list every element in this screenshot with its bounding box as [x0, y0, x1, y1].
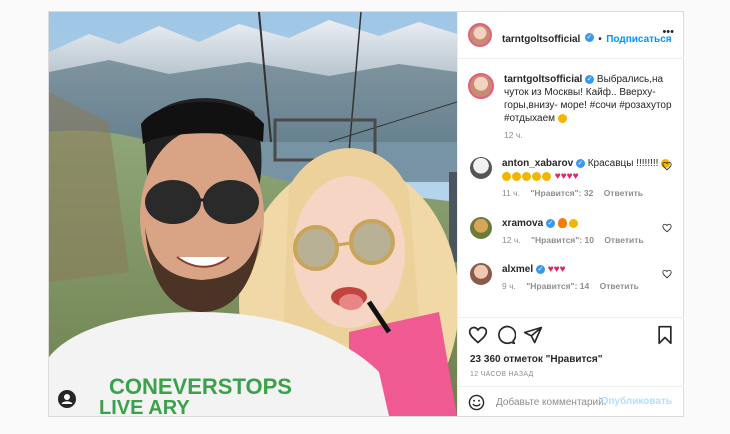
selfie-photo: CONEVERSTOPS LIVE ARY [49, 12, 457, 416]
verified-badge-icon: ✓ [585, 74, 595, 84]
verified-badge-icon: ✓ [575, 158, 585, 168]
comment: anton_xabarov ✓ Красавцы !!!!!!!! ♥♥♥♥ 1… [470, 157, 674, 200]
post-header: tarntgoltsofficial ✓ • Подписаться ••• [458, 12, 684, 59]
commenter-username[interactable]: anton_xabarov [502, 158, 573, 169]
instagram-post: CONEVERSTOPS LIVE ARY tarntgoltsofficial… [48, 11, 684, 417]
caption: tarntgoltsofficial ✓ Выбрались,на чуток … [468, 73, 674, 142]
comment-icon[interactable] [496, 325, 516, 345]
commenter-avatar[interactable] [470, 157, 492, 179]
commenter-avatar[interactable] [470, 217, 492, 239]
comment: xramova ✓ 12 ч. "Нравится": 10 Ответить [470, 217, 674, 247]
more-options-icon[interactable]: ••• [662, 26, 674, 38]
comment-likes[interactable]: "Нравится": 14 [526, 281, 589, 291]
reply-button[interactable]: Ответить [604, 188, 643, 198]
comment-text: Красавцы !!!!!!!! [587, 158, 659, 169]
separator-dot: • [598, 34, 602, 45]
caption-time: 12 ч. [504, 130, 523, 140]
author-avatar[interactable] [468, 73, 494, 99]
author-avatar[interactable] [468, 23, 492, 47]
post-actions: 23 360 отметок "Нравится" 12 ЧАСОВ НАЗАД… [458, 317, 684, 417]
commenter-username[interactable]: xramova [502, 218, 543, 229]
share-icon[interactable] [523, 325, 543, 345]
tagged-user-icon[interactable] [58, 390, 76, 408]
fire-emoji-icon [557, 218, 567, 229]
post-timestamp: 12 ЧАСОВ НАЗАД [470, 371, 534, 378]
comments-list: tarntgoltsofficial ✓ Выбрались,на чуток … [458, 59, 684, 317]
author-username[interactable]: tarntgoltsofficial [502, 34, 580, 45]
verified-badge-icon: ✓ [535, 264, 545, 274]
comment: alxmel ✓ ♥♥♥ 9 ч. "Нравится": 14 Ответит… [470, 263, 674, 293]
likes-count[interactable]: 23 360 отметок "Нравится" [470, 354, 602, 365]
svg-text:CONEVERSTOPS: CONEVERSTOPS [109, 374, 292, 399]
commenter-avatar[interactable] [470, 263, 492, 285]
reply-button[interactable]: Ответить [604, 235, 643, 245]
commenter-username[interactable]: alxmel [502, 264, 533, 275]
bookmark-icon[interactable] [656, 325, 674, 345]
clap-emoji-icon [569, 218, 579, 228]
like-comment-heart-icon[interactable] [662, 161, 672, 171]
verified-badge-icon: ✓ [584, 33, 594, 43]
post-sidebar: tarntgoltsofficial ✓ • Подписаться ••• t… [457, 12, 684, 416]
verified-badge-icon: ✓ [545, 218, 555, 228]
heart-icon[interactable] [468, 325, 488, 345]
comment-time: 9 ч. [502, 281, 516, 291]
comment-likes[interactable]: "Нравится": 32 [530, 188, 593, 198]
emoji-icon[interactable] [468, 394, 485, 411]
comment-input[interactable] [494, 396, 608, 409]
add-comment-bar: Опубликовать [458, 386, 684, 418]
publish-button[interactable]: Опубликовать [601, 396, 672, 407]
muscle-emoji-icon [557, 113, 567, 123]
comment-time: 11 ч. [502, 188, 520, 198]
red-heart-icon: ♥♥♥ [547, 264, 566, 275]
reply-button[interactable]: Ответить [600, 281, 639, 291]
svg-text:LIVE ARY: LIVE ARY [99, 397, 190, 416]
comment-time: 12 ч. [502, 235, 521, 245]
caption-username[interactable]: tarntgoltsofficial [504, 74, 582, 85]
like-comment-heart-icon[interactable] [662, 223, 672, 233]
post-photo[interactable]: CONEVERSTOPS LIVE ARY [49, 12, 457, 416]
comment-likes[interactable]: "Нравится": 10 [531, 235, 594, 245]
like-comment-heart-icon[interactable] [662, 269, 672, 279]
red-heart-icon: ♥♥♥♥ [554, 171, 579, 182]
